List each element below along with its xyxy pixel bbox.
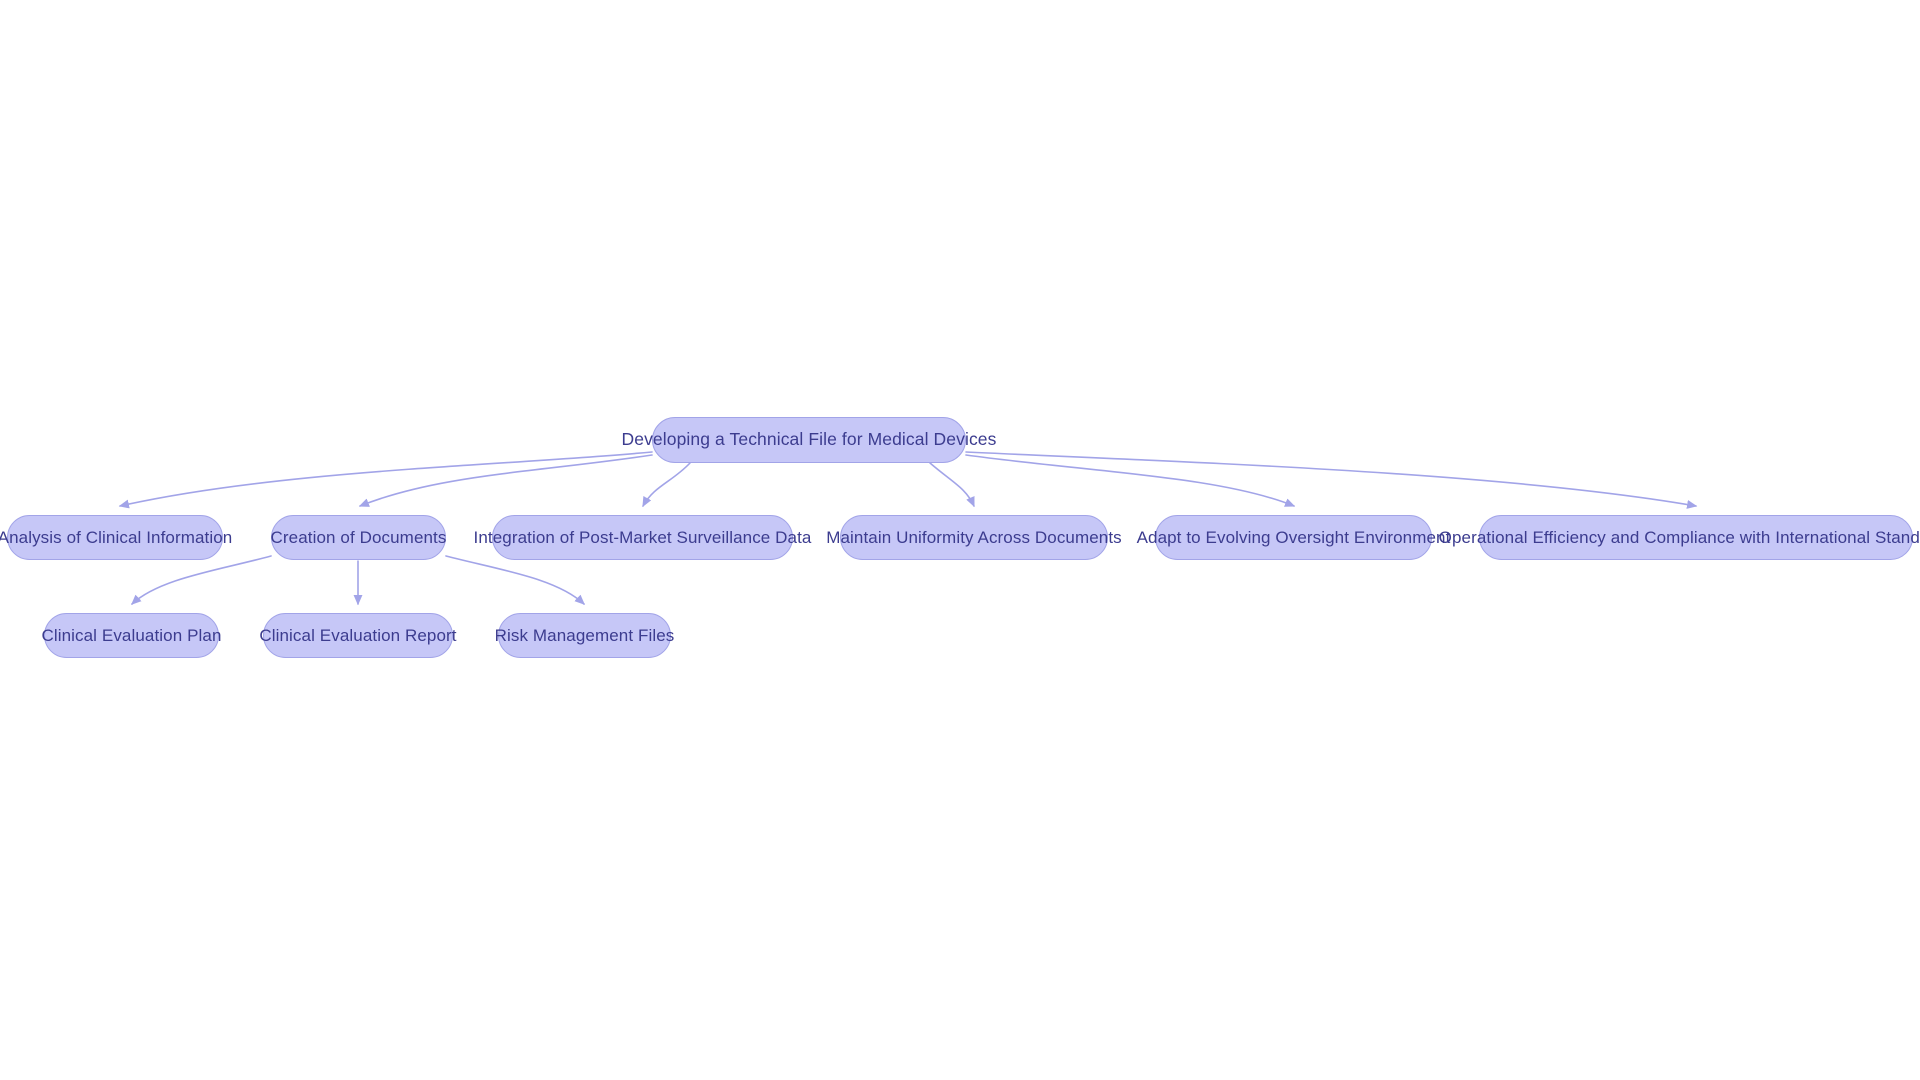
mindmap-node-analysis-of-clinical-information[interactable]: Analysis of Clinical Information [0,515,232,560]
mindmap-node-label: Risk Management Files [494,626,675,645]
mindmap-node-risk-management-files[interactable]: Risk Management Files [495,613,674,658]
mindmap-node-label: Maintain Uniformity Across Documents [826,528,1122,547]
mindmap-node-label: Adapt to Evolving Oversight Environment [1136,528,1451,547]
edge-creation-to-plan [131,555,272,605]
mindmap-node-label: Developing a Technical File for Medical … [621,429,997,450]
edge-root-to-creation [358,454,653,507]
mindmap-node-maintain-uniformity-across-documents[interactable]: Maintain Uniformity Across Documents [826,515,1122,560]
mindmap-node-label: Integration of Post-Market Surveillance … [473,528,812,547]
mindmap-node-label: Clinical Evaluation Plan [41,626,222,645]
mindmap-node-adapt-to-evolving-oversight-environment[interactable]: Adapt to Evolving Oversight Environment [1137,515,1450,560]
mindmap-node-integration-of-post-market-surveillance-data[interactable]: Integration of Post-Market Surveillance … [474,515,811,560]
edge-root-to-analysis [118,451,653,509]
mindmap-node-label: Analysis of Clinical Information [0,528,233,547]
mindmap-canvas: Developing a Technical File for Medical … [0,0,1920,1080]
mindmap-node-operational-efficiency-and-compliance-with-international-standards[interactable]: Operational Efficiency and Compliance wi… [1439,515,1920,560]
mindmap-node-label: Operational Efficiency and Compliance wi… [1438,528,1920,547]
mindmap-node-clinical-evaluation-plan[interactable]: Clinical Evaluation Plan [41,613,221,658]
edge-root-to-operational [965,451,1698,509]
mindmap-node-label: Clinical Evaluation Report [259,626,457,645]
mindmap-node-clinical-evaluation-report[interactable]: Clinical Evaluation Report [259,613,457,658]
mindmap-node-label: Creation of Documents [270,528,447,547]
edge-root-to-maintain [929,462,975,508]
mindmap-node-root[interactable]: Developing a Technical File for Medical … [622,417,996,463]
edge-root-to-integration [642,462,691,508]
mindmap-node-creation-of-documents[interactable]: Creation of Documents [271,515,446,560]
edge-creation-to-risk [445,555,585,605]
edge-root-to-adapt [965,454,1296,507]
